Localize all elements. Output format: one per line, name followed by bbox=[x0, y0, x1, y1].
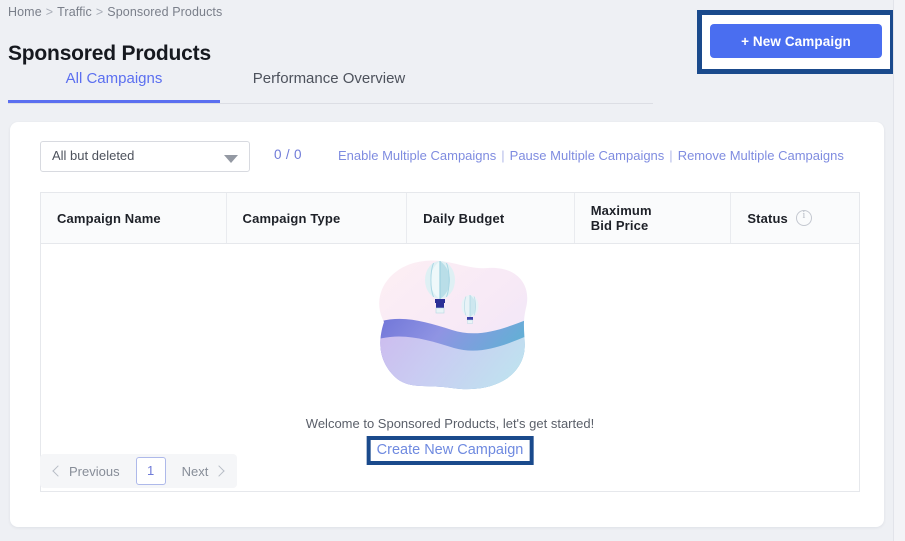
column-header-campaign-name[interactable]: Campaign Name bbox=[41, 193, 227, 243]
tab-bar: All Campaigns Performance Overview bbox=[8, 58, 653, 104]
breadcrumb-item-home[interactable]: Home bbox=[8, 5, 42, 19]
tab-all-campaigns[interactable]: All Campaigns bbox=[8, 58, 220, 103]
column-header-status-label: Status bbox=[747, 210, 788, 226]
bulk-action-separator: | bbox=[501, 148, 505, 163]
chevron-right-icon bbox=[213, 465, 225, 477]
pagination-previous-label: Previous bbox=[69, 463, 120, 479]
info-circle-icon[interactable] bbox=[795, 210, 812, 226]
campaigns-card: All but deleted 0 / 0 Enable Multiple Ca… bbox=[10, 122, 884, 527]
pause-multiple-campaigns-link[interactable]: Pause Multiple Campaigns bbox=[510, 148, 665, 163]
status-filter-value: All but deleted bbox=[52, 148, 135, 163]
selection-counter: 0 / 0 bbox=[274, 147, 302, 162]
empty-state-message: Welcome to Sponsored Products, let's get… bbox=[305, 416, 595, 431]
create-campaign-highlight-box: Create New Campaign bbox=[366, 436, 534, 465]
new-campaign-highlight-box: + New Campaign bbox=[697, 10, 895, 74]
hot-air-balloons-landscape-illustration bbox=[379, 260, 528, 390]
chevron-down-icon bbox=[224, 155, 238, 163]
new-campaign-button[interactable]: + New Campaign bbox=[710, 24, 882, 58]
pagination-previous-button[interactable]: Previous bbox=[44, 457, 130, 485]
bulk-action-separator: | bbox=[669, 148, 673, 163]
pagination-next-label: Next bbox=[181, 463, 209, 479]
tab-performance-overview[interactable]: Performance Overview bbox=[220, 58, 438, 103]
table-header-row: Campaign Name Campaign Type Daily Budget… bbox=[41, 193, 859, 244]
sponsored-products-page: Home > Traffic > Sponsored Products Sponsore… bbox=[0, 0, 895, 541]
bulk-actions: Enable Multiple Campaigns | Pause Multiple… bbox=[338, 148, 844, 163]
remove-multiple-campaigns-link[interactable]: Remove Multiple Campaigns bbox=[678, 148, 844, 163]
breadcrumb-item-traffic[interactable]: Traffic bbox=[57, 5, 92, 19]
create-new-campaign-link[interactable]: Create New Campaign bbox=[377, 442, 524, 458]
pagination-page-1[interactable]: 1 bbox=[135, 457, 166, 485]
breadcrumb: Home > Traffic > Sponsored Products bbox=[8, 5, 222, 19]
column-header-line1: Maximum bbox=[590, 203, 652, 218]
breadcrumb-separator: > bbox=[95, 5, 104, 19]
breadcrumb-separator: > bbox=[45, 5, 54, 19]
chevron-left-icon bbox=[52, 465, 64, 477]
pagination-next-button[interactable]: Next bbox=[172, 457, 234, 485]
column-header-daily-budget[interactable]: Daily Budget bbox=[407, 193, 575, 243]
column-header-status[interactable]: Status bbox=[731, 193, 859, 243]
campaigns-table: Campaign Name Campaign Type Daily Budget… bbox=[40, 192, 860, 492]
status-filter-select[interactable]: All but deleted bbox=[40, 141, 250, 172]
pagination: Previous 1 Next bbox=[40, 454, 238, 488]
enable-multiple-campaigns-link[interactable]: Enable Multiple Campaigns bbox=[338, 148, 496, 163]
breadcrumb-item-sponsored-products: Sponsored Products bbox=[107, 5, 223, 19]
column-header-campaign-type[interactable]: Campaign Type bbox=[227, 193, 408, 243]
page-scrollbar[interactable] bbox=[893, 0, 905, 541]
column-header-maximum-bid-price[interactable]: Maximum Bid Price bbox=[575, 193, 732, 243]
column-header-line2: Bid Price bbox=[590, 218, 649, 233]
